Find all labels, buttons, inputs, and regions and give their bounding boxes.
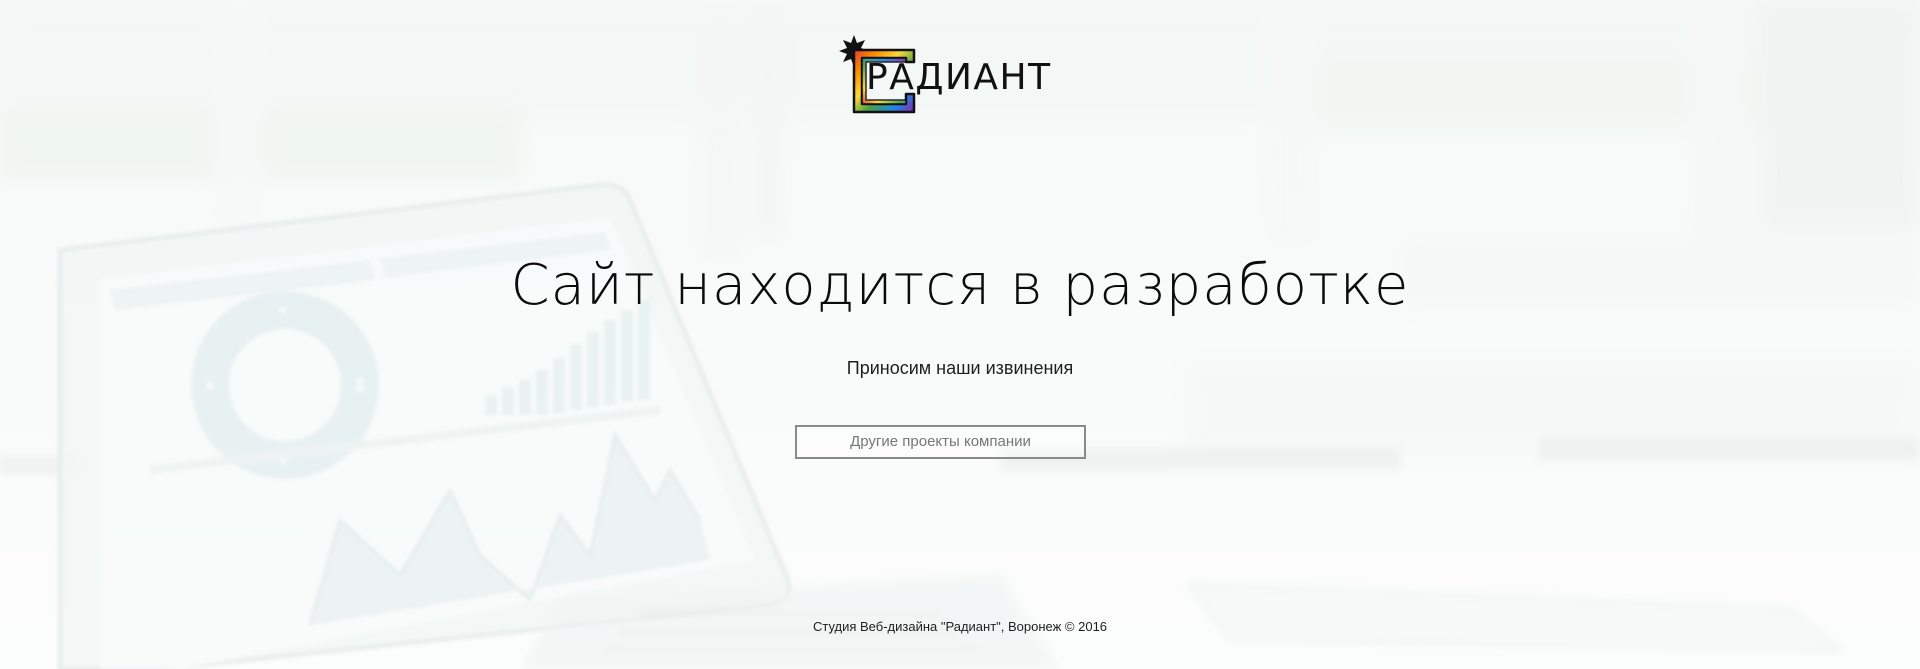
other-projects-button[interactable]: Другие проекты компании bbox=[795, 425, 1086, 459]
page-title: Сайт находится в разработке bbox=[510, 253, 1410, 318]
footer-copyright: Студия Веб-дизайна "Радиант", Воронеж © … bbox=[812, 619, 1108, 634]
page-subtitle: Приносим наши извинения bbox=[846, 358, 1074, 378]
logo-text: РАДИАНТ bbox=[866, 57, 1052, 98]
page: РАДИАНТ Сайт находится в разработке Прин… bbox=[0, 0, 1920, 669]
logo[interactable]: РАДИАНТ bbox=[834, 32, 1050, 114]
